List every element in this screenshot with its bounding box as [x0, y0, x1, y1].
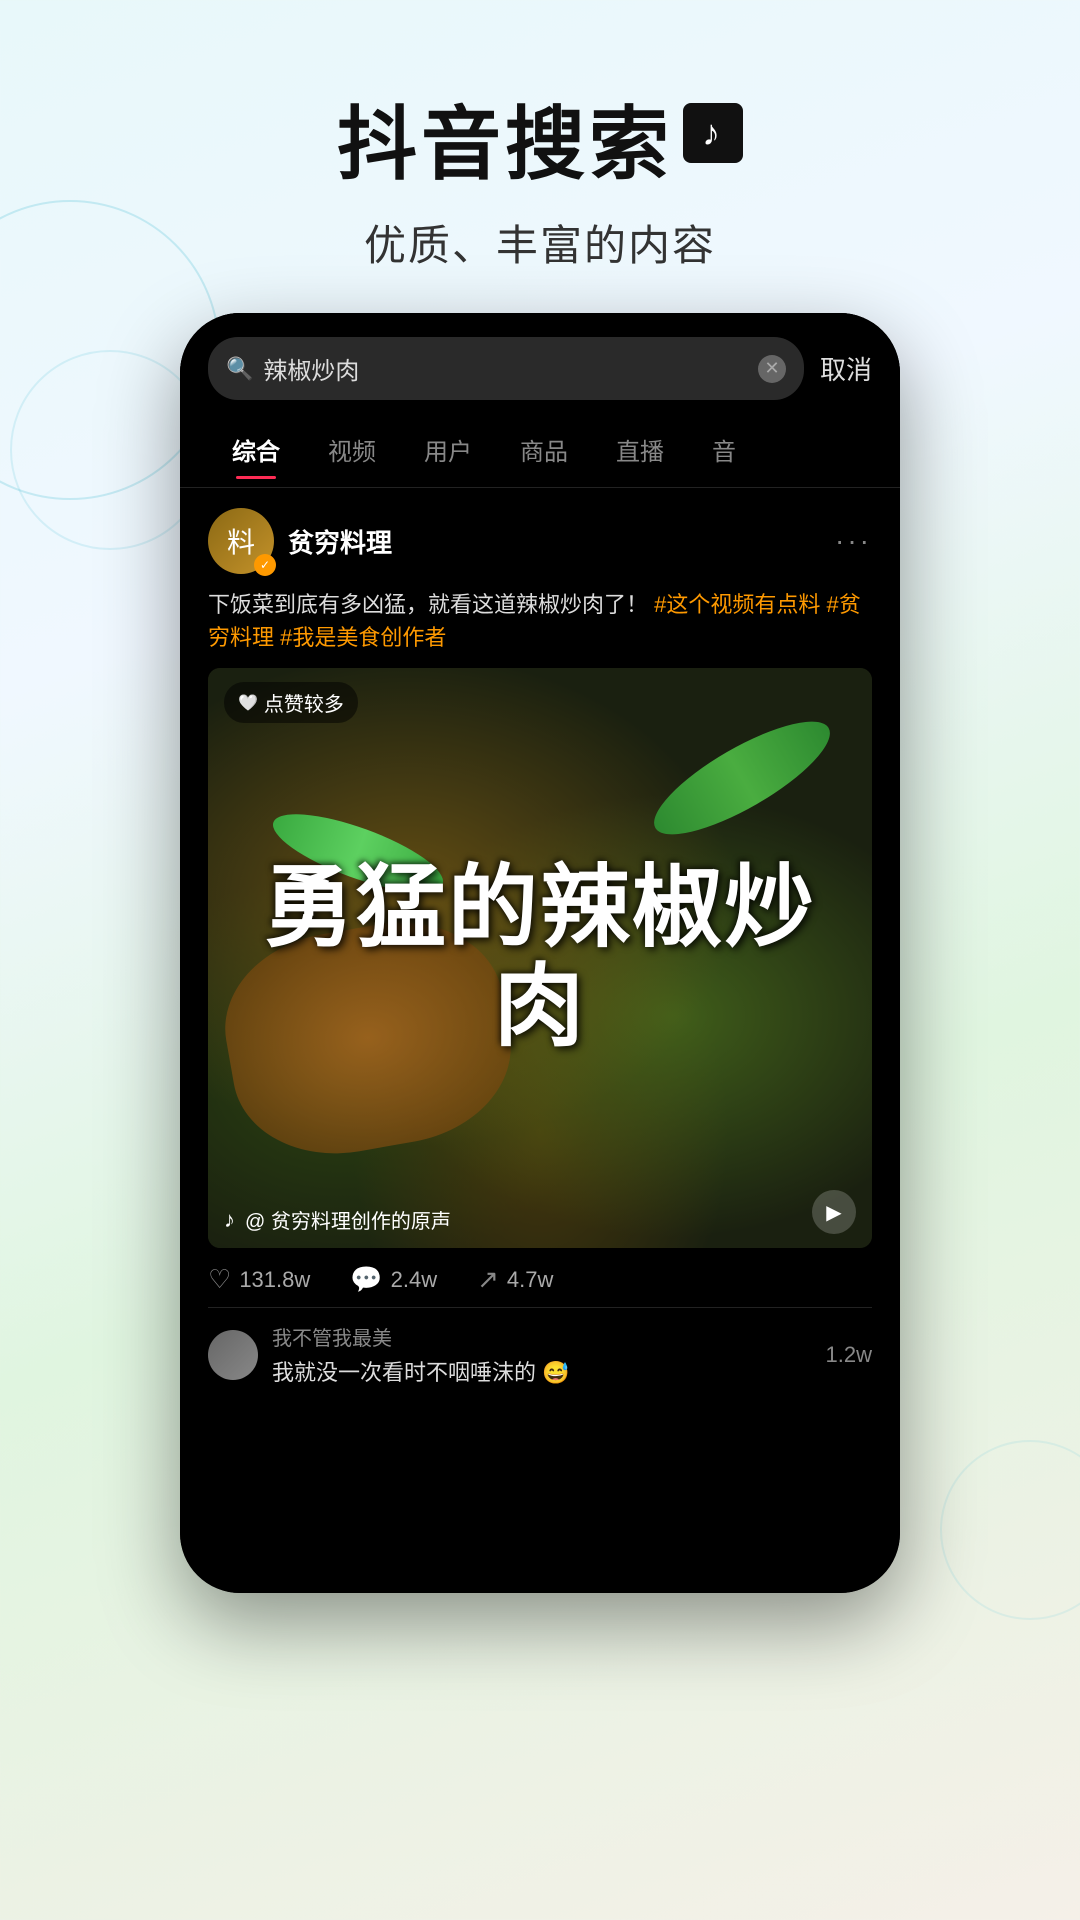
audio-row: ♪ @ 贫穷料理创作的原声	[224, 1205, 451, 1234]
search-icon: 🔍	[226, 356, 253, 382]
tab-label-综合: 综合	[232, 439, 280, 466]
verified-badge: ✓	[254, 554, 276, 576]
clear-icon-symbol: ✕	[764, 358, 779, 379]
more-options-button[interactable]: ···	[835, 525, 872, 557]
stats-row: ♡ 131.8w 💬 2.4w ↗ 4.7w	[208, 1248, 872, 1307]
comment-row: 我不管我最美 我就没一次看时不咽唾沫的 😅 1.2w	[208, 1322, 872, 1387]
audio-text: @ 贫穷料理创作的原声	[245, 1205, 451, 1234]
shares-count: 4.7w	[507, 1267, 553, 1293]
comments-stat[interactable]: 💬 2.4w	[350, 1264, 437, 1295]
app-title: 抖音搜索	[0, 80, 1080, 196]
post-text-plain: 下饭菜到底有多凶猛，就看这道辣椒炒肉了！	[208, 592, 648, 617]
tab-商品[interactable]: 商品	[496, 420, 592, 479]
username[interactable]: 贫穷料理	[288, 523, 392, 560]
share-icon: ↗	[477, 1264, 499, 1295]
avatar[interactable]: 料 ✓	[208, 508, 274, 574]
search-bar-row: 🔍 辣椒炒肉 ✕ 取消	[180, 313, 900, 412]
comment-icon: 💬	[350, 1264, 382, 1295]
calligraphy-text: 勇猛的辣椒炒肉	[208, 839, 872, 1077]
tab-label-音: 音	[712, 439, 736, 466]
top-section: 抖音搜索 优质、丰富的内容	[0, 0, 1080, 313]
tiktok-small-icon: ♪	[224, 1207, 235, 1233]
play-icon: ▶	[826, 1200, 841, 1225]
search-query-text: 辣椒炒肉	[263, 351, 748, 386]
cancel-search-button[interactable]: 取消	[820, 350, 872, 387]
search-tabs-row: 综合 视频 用户 商品 直播 音	[180, 412, 900, 488]
post-card: 料 ✓ 贫穷料理 ··· 下饭菜到底有多凶猛，就看这道辣椒炒肉了！ #这个视频有…	[180, 488, 900, 1307]
comment-text: 我就没一次看时不咽唾沫的 😅	[272, 1355, 812, 1387]
tab-label-直播: 直播	[616, 439, 664, 466]
like-icon: ♡	[208, 1264, 231, 1295]
video-thumbnail[interactable]: 🤍 点赞较多 勇猛的辣椒炒肉 ♪ @ 贫穷料理创作的原声 ▶	[208, 668, 872, 1248]
user-row: 料 ✓ 贫穷料理 ···	[208, 508, 872, 574]
app-subtitle: 优质、丰富的内容	[0, 212, 1080, 273]
avatar-text: 料	[227, 521, 255, 561]
search-input-box[interactable]: 🔍 辣椒炒肉 ✕	[208, 337, 804, 400]
video-overlay: 勇猛的辣椒炒肉	[208, 668, 872, 1248]
comment-preview: 我不管我最美 我就没一次看时不咽唾沫的 😅 1.2w	[180, 1308, 900, 1401]
user-info: 料 ✓ 贫穷料理	[208, 508, 392, 574]
play-button[interactable]: ▶	[812, 1190, 856, 1234]
phone-screen: 🔍 辣椒炒肉 ✕ 取消 综合 视频 用户	[180, 313, 900, 1593]
tab-综合[interactable]: 综合	[208, 420, 304, 479]
post-text: 下饭菜到底有多凶猛，就看这道辣椒炒肉了！ #这个视频有点料 #贫穷料理 #我是美…	[208, 588, 872, 654]
tab-音乐[interactable]: 音	[688, 420, 760, 479]
clear-search-button[interactable]: ✕	[758, 355, 786, 383]
title-text: 抖音搜索	[337, 80, 673, 196]
likes-count: 131.8w	[239, 1267, 310, 1293]
tab-label-商品: 商品	[520, 439, 568, 466]
tab-label-用户: 用户	[424, 439, 472, 466]
hashtag-3[interactable]: #我是美食创作者	[280, 625, 446, 650]
tiktok-logo-icon	[683, 103, 743, 163]
comment-content: 我不管我最美 我就没一次看时不咽唾沫的 😅	[272, 1322, 812, 1387]
likes-stat[interactable]: ♡ 131.8w	[208, 1264, 310, 1295]
comment-avatar	[208, 1330, 258, 1380]
comments-count: 2.4w	[391, 1267, 437, 1293]
comment-username[interactable]: 我不管我最美	[272, 1322, 812, 1351]
tab-视频[interactable]: 视频	[304, 420, 400, 479]
shares-stat[interactable]: ↗ 4.7w	[477, 1264, 553, 1295]
hashtag-1[interactable]: #这个视频有点料	[654, 592, 820, 617]
tab-label-视频: 视频	[328, 439, 376, 466]
comment-count: 1.2w	[826, 1342, 872, 1368]
tab-用户[interactable]: 用户	[400, 420, 496, 479]
phone-mockup: 🔍 辣椒炒肉 ✕ 取消 综合 视频 用户	[180, 313, 900, 1593]
phone-wrapper: 🔍 辣椒炒肉 ✕ 取消 综合 视频 用户	[0, 313, 1080, 1593]
tab-直播[interactable]: 直播	[592, 420, 688, 479]
